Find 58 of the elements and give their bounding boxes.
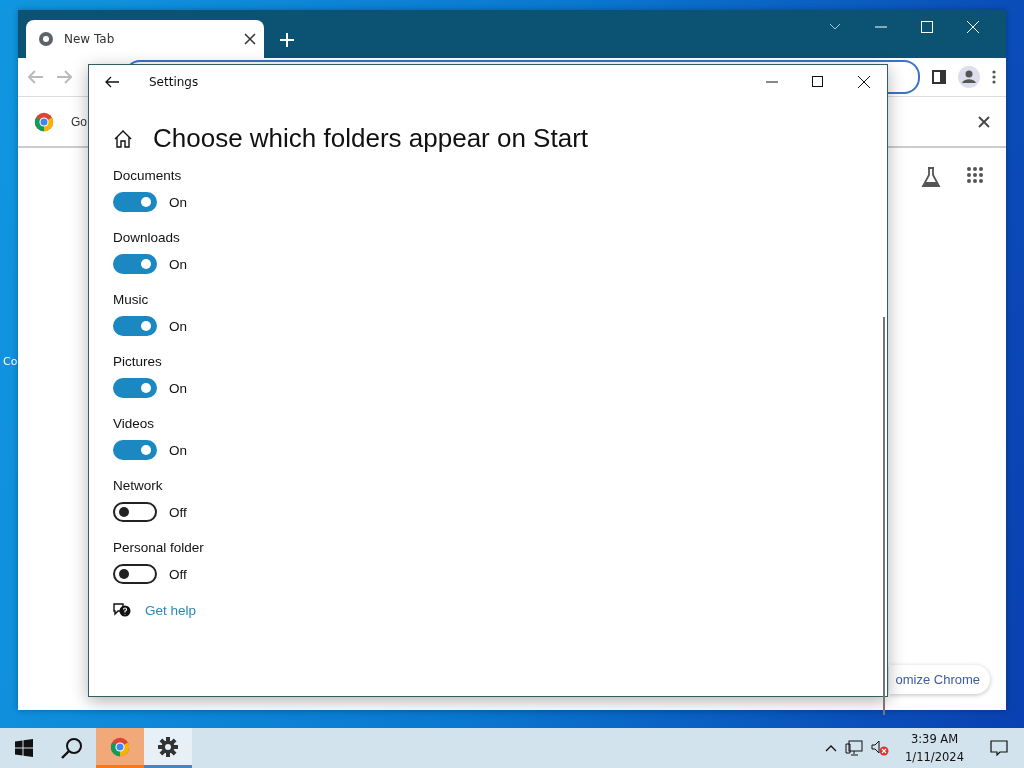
profile-icon[interactable] bbox=[958, 66, 980, 88]
gear-icon bbox=[158, 736, 178, 757]
close-icon bbox=[858, 76, 870, 88]
minimize-icon bbox=[875, 26, 887, 28]
toggle-switch[interactable] bbox=[113, 502, 157, 522]
folder-label: Network bbox=[113, 478, 164, 493]
search-icon bbox=[61, 737, 83, 759]
page-heading: Choose which folders appear on Start bbox=[153, 123, 589, 154]
home-icon[interactable] bbox=[113, 128, 133, 149]
apps-grid-icon[interactable] bbox=[966, 166, 984, 184]
infobar-text: Go bbox=[71, 114, 87, 129]
toggle-switch[interactable] bbox=[113, 378, 157, 398]
chevron-down-icon bbox=[829, 23, 841, 31]
folder-label: Videos bbox=[113, 416, 156, 431]
chrome-logo-icon bbox=[34, 111, 54, 132]
close-icon bbox=[967, 21, 979, 33]
toggle-switch[interactable] bbox=[113, 440, 157, 460]
muted-speaker-icon[interactable] bbox=[871, 740, 890, 756]
flask-icon[interactable] bbox=[920, 166, 942, 188]
chevron-up-icon[interactable] bbox=[825, 744, 838, 752]
globe-icon bbox=[38, 31, 54, 47]
toggle-state-label: On bbox=[169, 256, 187, 272]
close-icon[interactable] bbox=[978, 115, 990, 128]
maximize-icon bbox=[921, 21, 933, 33]
window-title: Settings bbox=[149, 75, 200, 89]
menu-icon[interactable] bbox=[992, 70, 996, 84]
chrome-logo-icon bbox=[110, 736, 130, 757]
folder-label: Music bbox=[113, 292, 150, 307]
network-icon[interactable] bbox=[845, 740, 864, 756]
toggle-state-label: Off bbox=[169, 504, 187, 520]
clock[interactable]: 3:39 AM 1/11/2024 bbox=[905, 730, 964, 766]
get-help-link[interactable]: Get help bbox=[145, 602, 197, 618]
scrollbar[interactable] bbox=[883, 317, 885, 715]
settings-taskbar-button[interactable] bbox=[144, 728, 192, 768]
notification-icon[interactable] bbox=[990, 740, 1008, 756]
toggle-state-label: On bbox=[169, 194, 187, 210]
customize-chrome-button[interactable]: omize Chrome bbox=[889, 665, 990, 694]
browser-tab[interactable]: New Tab bbox=[26, 20, 264, 58]
maximize-icon bbox=[812, 76, 824, 88]
folder-label: Pictures bbox=[113, 354, 163, 369]
toggle-switch[interactable] bbox=[113, 316, 157, 336]
folder-label: Documents bbox=[113, 168, 183, 183]
toggle-switch[interactable] bbox=[113, 564, 157, 584]
toggle-state-label: On bbox=[169, 442, 187, 458]
folder-label: Personal folder bbox=[113, 540, 205, 555]
side-panel-icon[interactable] bbox=[932, 70, 946, 84]
help-chat-icon bbox=[113, 602, 131, 618]
back-arrow-icon bbox=[105, 76, 119, 88]
toggle-state-label: On bbox=[169, 318, 187, 334]
minimize-icon bbox=[766, 81, 778, 83]
toggle-switch[interactable] bbox=[113, 192, 157, 212]
folder-label: Downloads bbox=[113, 230, 181, 245]
plus-icon[interactable] bbox=[280, 33, 294, 47]
windows-logo-icon bbox=[15, 739, 33, 757]
toggle-switch[interactable] bbox=[113, 254, 157, 274]
toggle-state-label: On bbox=[169, 380, 187, 396]
toggle-state-label: Off bbox=[169, 566, 187, 582]
close-icon[interactable] bbox=[244, 33, 256, 45]
